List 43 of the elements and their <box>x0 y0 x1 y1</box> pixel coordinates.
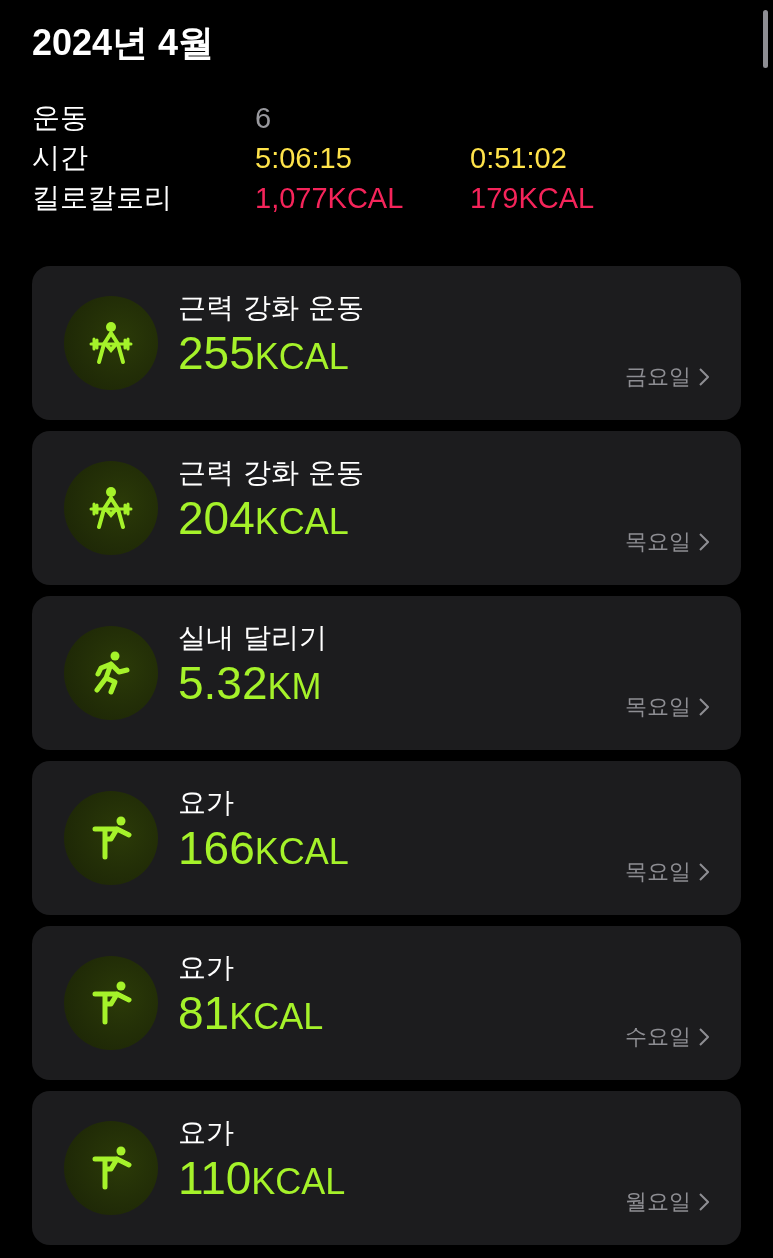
summary-label: 운동 <box>32 100 89 136</box>
chevron-icon <box>699 863 709 881</box>
workout-card[interactable]: 요가 166KCAL 목요일 <box>32 761 741 915</box>
summary-value: 179KCAL <box>470 181 596 216</box>
workout-value: 81KCAL <box>178 987 324 1041</box>
workout-value: 5.32KM <box>178 657 323 711</box>
chevron-icon <box>699 1193 709 1211</box>
workout-name: 요가 <box>178 785 235 821</box>
workout-day: 금요일 <box>625 362 691 392</box>
workout-card[interactable]: 근력 강화 운동 204KCAL 목요일 <box>32 431 741 585</box>
summary-label: 킬로칼로리 <box>32 180 173 216</box>
workout-value: 204KCAL <box>178 492 350 546</box>
workout-day: 목요일 <box>625 692 691 722</box>
workout-card[interactable]: 근력 강화 운동 255KCAL 금요일 <box>32 266 741 420</box>
workout-value: 110KCAL <box>178 1152 346 1206</box>
chevron-icon <box>699 698 709 716</box>
workout-name: 근력 강화 운동 <box>178 455 364 491</box>
weightlifter-icon <box>88 320 134 366</box>
summary-value: 6 <box>255 101 273 136</box>
workout-card[interactable]: 실내 달리기 5.32KM 목요일 <box>32 596 741 750</box>
summary-value: 0:51:02 <box>470 141 568 176</box>
workout-day: 목요일 <box>625 527 691 557</box>
workout-value: 255KCAL <box>178 327 350 381</box>
summary-label: 시간 <box>32 140 89 176</box>
workout-name: 근력 강화 운동 <box>178 290 364 326</box>
summary-value: 1,077KCAL <box>255 181 405 216</box>
chevron-icon <box>699 533 709 551</box>
scroll-bar <box>763 10 768 68</box>
workout-day: 목요일 <box>625 857 691 887</box>
chevron-icon <box>699 368 709 386</box>
workout-value: 166KCAL <box>178 822 349 876</box>
month-title: 2024년 4월 <box>32 21 216 65</box>
weightlifter-icon <box>88 485 134 531</box>
workout-day: 월요일 <box>625 1187 691 1217</box>
chevron-icon <box>699 1028 709 1046</box>
runner-icon <box>91 650 131 696</box>
workout-name: 실내 달리기 <box>178 620 327 656</box>
workout-name: 요가 <box>178 1115 235 1151</box>
workout-card[interactable]: 요가 110KCAL 월요일 <box>32 1091 741 1245</box>
summary-value: 5:06:15 <box>255 141 353 176</box>
workout-day: 수요일 <box>625 1022 691 1052</box>
workout-name: 요가 <box>178 950 235 986</box>
workout-card[interactable]: 요가 81KCAL 수요일 <box>32 926 741 1080</box>
